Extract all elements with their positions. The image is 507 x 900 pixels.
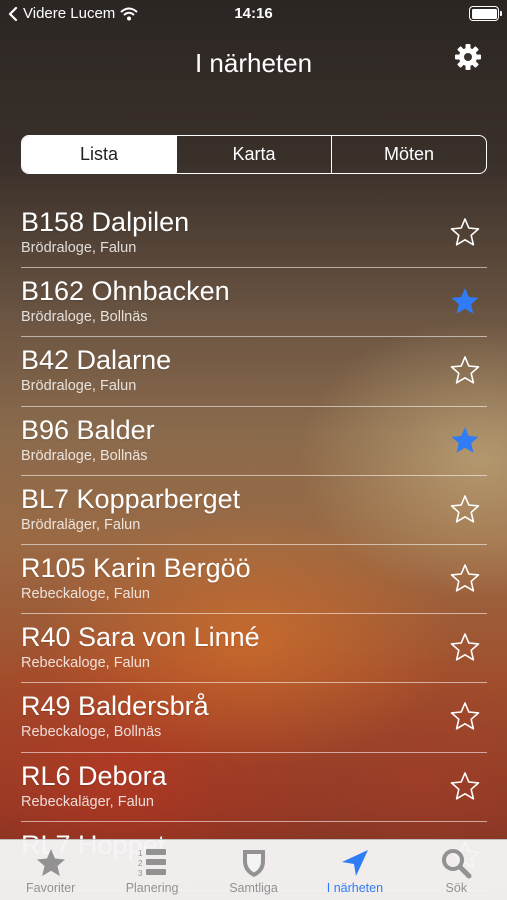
star-outline-icon[interactable] — [449, 770, 481, 802]
star-outline-icon[interactable] — [449, 216, 481, 248]
lodge-subtitle: Brödraloge, Falun — [21, 378, 137, 395]
numbered-list-icon: 123 — [138, 849, 167, 878]
navigation-bar: I närheten — [0, 40, 507, 86]
lodge-list: B158 Dalpilen Brödraloge, Falun B162 Ohnba… — [0, 199, 507, 891]
list-item[interactable]: B96 Balder Brödraloge, Bollnäs — [21, 407, 487, 476]
lodge-subtitle: Brödraloge, Bollnäs — [21, 309, 148, 326]
gear-icon[interactable] — [453, 42, 483, 72]
segment-lista[interactable]: Lista — [22, 136, 176, 173]
list-item[interactable]: B162 Ohnbacken Brödraloge, Bollnäs — [21, 268, 487, 338]
star-outline-icon[interactable] — [449, 700, 481, 732]
list-item[interactable]: R49 Baldersbrå Rebeckaloge, Bollnäs — [21, 683, 487, 753]
tab-bar: Favoriter 123 Planering Samtliga I närhe… — [0, 839, 507, 900]
lodge-title: R40 Sara von Linné — [21, 622, 260, 653]
tab-label: Favoriter — [26, 881, 76, 895]
lodge-subtitle: Brödraläger, Falun — [21, 516, 141, 533]
list-item[interactable]: RL6 Debora Rebeckaläger, Falun — [21, 753, 487, 822]
tab-label: Samtliga — [229, 881, 278, 895]
tab-favoriter[interactable]: Favoriter — [0, 840, 101, 900]
lodge-title: B96 Balder — [21, 414, 155, 445]
lodge-title: B158 Dalpilen — [21, 207, 190, 237]
lodge-title: RL6 Debora — [21, 760, 167, 791]
lodge-title: R49 Baldersbrå — [21, 691, 209, 722]
list-item[interactable]: BL7 Kopparberget Brödraläger, Falun — [21, 476, 487, 545]
tab-label: Planering — [125, 881, 179, 895]
list-item[interactable]: B42 Dalarne Brödraloge, Falun — [21, 337, 487, 407]
star-outline-icon[interactable] — [449, 562, 481, 594]
lodge-title: B42 Dalarne — [21, 345, 172, 376]
page-title: I närheten — [194, 48, 313, 78]
list-item[interactable]: B158 Dalpilen Brödraloge, Falun — [21, 199, 487, 269]
star-outline-icon[interactable] — [449, 631, 481, 663]
segment-moten[interactable]: Möten — [331, 136, 486, 173]
view-segmented-control: Lista Karta Möten — [21, 135, 487, 174]
location-arrow-icon — [341, 850, 368, 876]
lodge-subtitle: Rebeckaloge, Falun — [21, 655, 150, 672]
search-icon — [442, 849, 472, 879]
status-time: 14:16 — [234, 5, 273, 22]
lodge-subtitle: Brödraloge, Bollnäs — [21, 447, 148, 464]
tab-label: Sök — [445, 881, 468, 895]
tab-samtliga[interactable]: Samtliga — [203, 840, 304, 900]
lodge-subtitle: Rebeckaläger, Falun — [21, 793, 154, 810]
segment-karta[interactable]: Karta — [176, 136, 331, 173]
svg-text:2: 2 — [138, 859, 143, 868]
star-filled-icon[interactable] — [449, 285, 481, 317]
battery-icon — [469, 6, 502, 21]
tab-planering[interactable]: 123 Planering — [101, 840, 202, 900]
star-outline-icon[interactable] — [449, 493, 481, 525]
lodge-subtitle: Brödraloge, Falun — [21, 240, 137, 256]
status-bar: Videre Lucem 14:16 — [0, 0, 507, 28]
svg-text:1: 1 — [138, 849, 143, 858]
star-outline-icon[interactable] — [449, 354, 481, 386]
tab-label: I närheten — [326, 881, 384, 895]
lodge-subtitle: Rebeckaloge, Falun — [21, 585, 150, 602]
star-icon — [36, 849, 65, 876]
lodge-subtitle: Rebeckaloge, Bollnäs — [21, 724, 162, 741]
list-item[interactable]: R105 Karin Bergöö Rebeckaloge, Falun — [21, 545, 487, 615]
shield-icon — [242, 850, 265, 877]
lodge-title: BL7 Kopparberget — [21, 483, 241, 514]
svg-text:3: 3 — [138, 869, 143, 878]
star-filled-icon[interactable] — [449, 424, 481, 456]
lodge-title: R105 Karin Bergöö — [21, 552, 251, 583]
lodge-title: B162 Ohnbacken — [21, 276, 230, 307]
tab-sok[interactable]: Sök — [406, 840, 507, 900]
tab-i-narheten[interactable]: I närheten — [304, 840, 405, 900]
list-item[interactable]: R40 Sara von Linné Rebeckaloge, Falun — [21, 614, 487, 684]
